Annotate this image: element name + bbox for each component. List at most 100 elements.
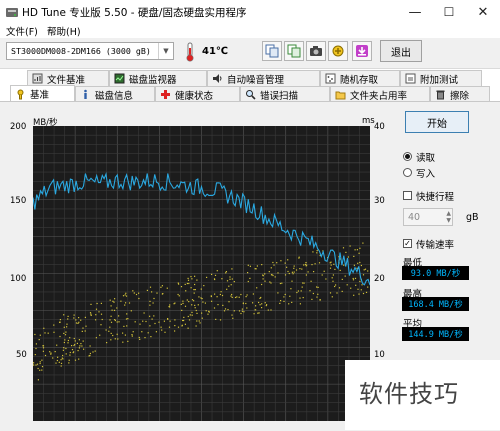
- tab-disk-monitor[interactable]: 磁盘监视器: [109, 70, 207, 86]
- access-time-point: [317, 286, 319, 288]
- access-time-point: [42, 345, 44, 347]
- access-time-point: [34, 333, 36, 336]
- menu-help[interactable]: 帮助(H): [47, 24, 81, 38]
- access-time-point: [301, 268, 303, 270]
- exit-button[interactable]: 退出: [380, 40, 422, 62]
- access-time-point: [89, 345, 91, 347]
- access-time-point: [293, 265, 295, 267]
- access-time-point: [161, 293, 163, 295]
- copy-all-button[interactable]: [284, 41, 304, 61]
- access-time-point: [184, 305, 187, 307]
- access-time-point: [94, 350, 96, 352]
- access-time-point: [95, 314, 97, 316]
- access-time-point: [173, 303, 175, 305]
- access-time-point: [291, 280, 293, 282]
- access-time-point: [329, 267, 332, 269]
- access-time-point: [333, 263, 335, 265]
- access-time-point: [354, 249, 356, 251]
- maximize-button[interactable]: ☐: [432, 0, 466, 24]
- app-icon: [6, 8, 18, 17]
- tab-benchmark[interactable]: 基准: [10, 85, 75, 102]
- access-time-point: [125, 292, 127, 294]
- access-time-point: [56, 344, 58, 346]
- access-time-point: [300, 290, 302, 292]
- access-time-point: [330, 264, 332, 266]
- access-time-point: [62, 358, 64, 360]
- access-time-point: [188, 301, 190, 303]
- access-time-point: [78, 358, 80, 360]
- access-time-point: [105, 329, 107, 331]
- drive-select-value: ST3000DM008-2DM166 (3000 gB): [11, 46, 151, 56]
- access-time-point: [112, 300, 114, 302]
- access-time-point: [272, 274, 274, 277]
- benchmark-chart: [33, 126, 370, 421]
- access-time-point: [233, 310, 235, 312]
- access-time-point: [67, 315, 69, 317]
- access-time-point: [149, 300, 151, 302]
- access-time-point: [114, 298, 116, 300]
- access-time-point: [110, 321, 113, 323]
- access-time-point: [139, 338, 141, 340]
- quick-stroke-input[interactable]: 40 ▲ ▼: [403, 208, 453, 226]
- access-time-point: [155, 331, 157, 333]
- read-radio[interactable]: [403, 152, 412, 161]
- access-time-point: [63, 341, 65, 344]
- access-time-point: [353, 294, 355, 296]
- access-time-point: [125, 302, 127, 304]
- transfer-rate-checkbox[interactable]: ✓: [403, 239, 412, 248]
- access-time-point: [221, 294, 224, 297]
- tab-health-status[interactable]: 健康状态: [155, 86, 240, 102]
- access-time-point: [124, 294, 126, 296]
- access-time-point: [310, 280, 312, 282]
- access-time-point: [89, 312, 92, 314]
- tab-folder-usage[interactable]: 文件夹占用率: [330, 86, 430, 102]
- tab-extra-tests[interactable]: 附加测试: [400, 70, 482, 86]
- access-time-point: [161, 285, 163, 287]
- y-tick-right: 20: [374, 274, 385, 284]
- tab-file-benchmark[interactable]: 文件基准: [27, 70, 109, 86]
- access-time-point: [362, 274, 365, 276]
- access-time-point: [59, 319, 61, 321]
- minimize-button[interactable]: —: [398, 0, 432, 24]
- tab-noise-management[interactable]: 自动噪音管理: [207, 70, 320, 86]
- save-button[interactable]: [352, 41, 372, 61]
- access-time-point: [319, 299, 321, 301]
- start-button[interactable]: 开始: [405, 111, 469, 133]
- access-time-point: [256, 287, 258, 289]
- access-time-point: [301, 286, 303, 288]
- access-time-point: [35, 347, 37, 350]
- close-button[interactable]: ✕: [466, 0, 500, 24]
- tab-erase[interactable]: 擦除: [430, 86, 490, 102]
- access-time-point: [342, 247, 345, 249]
- access-time-point: [47, 332, 49, 334]
- access-time-point: [258, 301, 260, 304]
- spin-arrows-icon[interactable]: ▲ ▼: [446, 210, 451, 224]
- menu-file[interactable]: 文件(F): [6, 24, 38, 38]
- access-time-point: [182, 300, 184, 302]
- access-time-point: [108, 330, 110, 332]
- access-time-point: [141, 331, 143, 333]
- access-time-point: [41, 366, 44, 368]
- access-time-point: [288, 272, 290, 275]
- access-time-point: [276, 262, 278, 264]
- access-time-point: [286, 266, 288, 268]
- access-time-point: [291, 301, 293, 303]
- write-radio[interactable]: [403, 168, 412, 177]
- access-time-point: [238, 310, 241, 312]
- access-time-point: [305, 262, 307, 264]
- tab-disk-info[interactable]: 磁盘信息: [75, 86, 155, 102]
- tab-label: 附加测试: [420, 74, 459, 86]
- drive-select[interactable]: ST3000DM008-2DM166 (3000 gB) ▼: [6, 42, 174, 60]
- screenshot-button[interactable]: [306, 41, 326, 61]
- tab-random-access[interactable]: 随机存取: [320, 70, 400, 86]
- access-time-point: [284, 262, 286, 264]
- options-button[interactable]: [328, 41, 348, 61]
- quick-stroke-checkbox[interactable]: [403, 191, 412, 200]
- access-time-point: [345, 251, 347, 253]
- access-time-point: [44, 332, 46, 334]
- access-time-point: [261, 307, 263, 309]
- access-time-point: [195, 309, 197, 312]
- copy-text-button[interactable]: [262, 41, 282, 61]
- access-time-point: [299, 268, 301, 270]
- tab-error-scan[interactable]: 错误扫描: [240, 86, 330, 102]
